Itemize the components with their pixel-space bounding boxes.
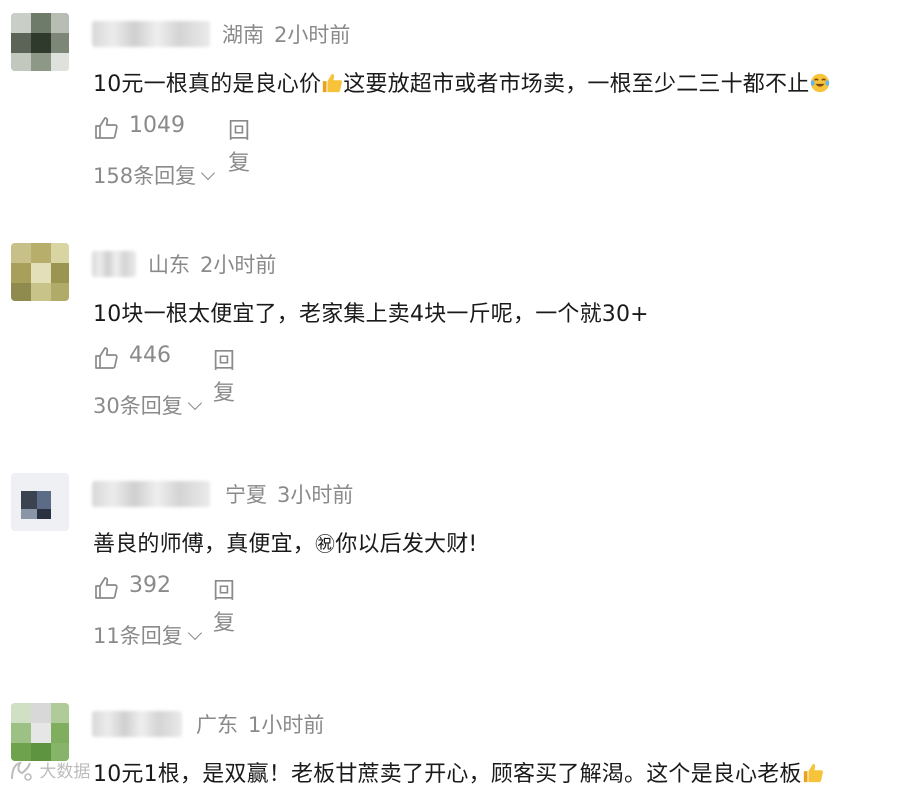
- username-blurred[interactable]: [92, 251, 136, 277]
- watermark-logo-icon: [11, 761, 32, 781]
- comment-text: 善良的师傅，真便宜，㊗你以后发大财!: [93, 532, 478, 557]
- comment-item: 广东 1小时前 10元1根，是双赢！老板甘蔗卖了开心，顾客买了解渴。这个是良心老板: [0, 690, 900, 789]
- comment-text: 10块一根太便宜了，老家集上卖4块一斤呢，一个就30+: [93, 302, 649, 327]
- time-label: 1小时前: [248, 713, 325, 737]
- region-label: 湖南: [222, 23, 264, 47]
- time-label: 2小时前: [274, 23, 351, 47]
- thumbs-up-emoji-icon: [323, 73, 343, 93]
- like-count: 392: [129, 573, 171, 598]
- watermark: 大数据: [8, 757, 90, 783]
- like-count: 446: [129, 343, 171, 368]
- watermark-text: 大数据: [39, 762, 91, 782]
- reply-button[interactable]: 回复: [213, 573, 235, 637]
- time-label: 2小时前: [200, 253, 277, 277]
- comment-meta: 湖南 2小时前: [222, 19, 350, 49]
- username-blurred[interactable]: [92, 21, 210, 47]
- comment-meta: 广东 1小时前: [196, 709, 324, 739]
- thumbs-up-icon[interactable]: [93, 345, 119, 371]
- chevron-down-icon: [201, 165, 216, 181]
- chevron-down-icon: [187, 395, 202, 411]
- thumbs-up-icon[interactable]: [93, 115, 119, 141]
- region-label: 宁夏: [225, 483, 267, 507]
- like-count: 1049: [129, 113, 185, 138]
- thumbs-up-icon[interactable]: [93, 575, 119, 601]
- comment-item: 湖南 2小时前 10元一根真的是良心价 这要放超市或者市场卖，一根至少二三十都不止 …: [0, 0, 900, 230]
- time-label: 3小时前: [277, 483, 354, 507]
- comment-text: 10元1根，是双赢！老板甘蔗卖了开心，顾客买了解渴。这个是良心老板: [93, 756, 824, 788]
- avatar[interactable]: [11, 473, 69, 531]
- reply-button[interactable]: 回复: [213, 343, 235, 407]
- avatar[interactable]: [11, 243, 69, 301]
- username-blurred[interactable]: [92, 481, 210, 507]
- region-label: 山东: [148, 253, 190, 277]
- avatar[interactable]: [11, 13, 69, 71]
- reply-button[interactable]: 回复: [228, 113, 250, 177]
- avatar[interactable]: [11, 703, 69, 761]
- thumbs-up-emoji-icon: [803, 763, 823, 783]
- comment-item: 宁夏 3小时前 善良的师傅，真便宜，㊗你以后发大财! 392 回复 11条回复: [0, 460, 900, 690]
- comment-meta: 宁夏 3小时前: [225, 479, 353, 509]
- chevron-down-icon: [187, 625, 202, 641]
- username-blurred[interactable]: [92, 711, 182, 737]
- view-replies-link[interactable]: 158条回复: [93, 160, 216, 190]
- congrats-emoji: ㊗: [315, 532, 336, 556]
- laughing-crying-emoji-icon: [811, 73, 830, 93]
- comment-item: 山东 2小时前 10块一根太便宜了，老家集上卖4块一斤呢，一个就30+ 446 回…: [0, 230, 900, 460]
- comment-meta: 山东 2小时前: [148, 249, 276, 279]
- view-replies-link[interactable]: 11条回复: [93, 620, 202, 650]
- region-label: 广东: [196, 713, 238, 737]
- view-replies-link[interactable]: 30条回复: [93, 390, 202, 420]
- comment-text: 10元一根真的是良心价 这要放超市或者市场卖，一根至少二三十都不止: [93, 66, 831, 98]
